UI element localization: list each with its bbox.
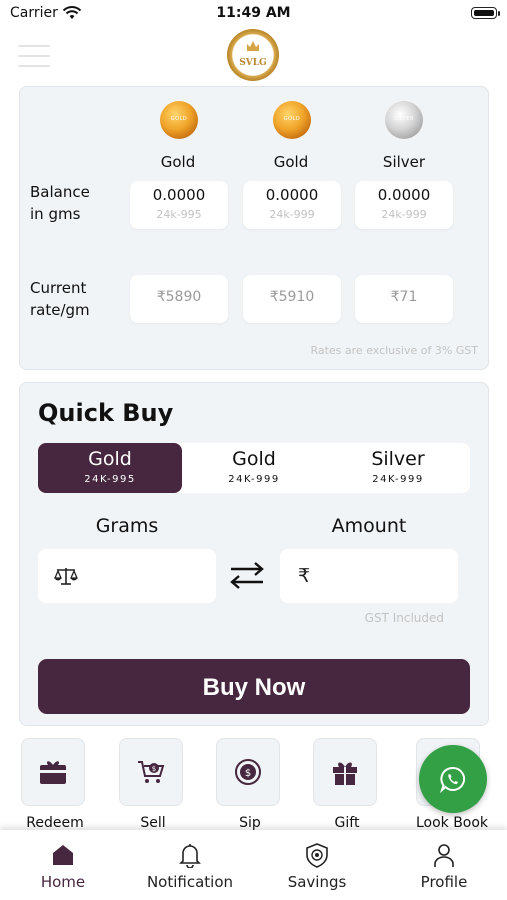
whatsapp-button[interactable] bbox=[419, 745, 487, 813]
buy-now-button[interactable]: Buy Now bbox=[38, 659, 470, 714]
rate-cell: ₹5890 bbox=[130, 275, 228, 323]
gold-coin-icon: GOLD bbox=[160, 101, 198, 139]
bottom-tab-bar: Home Notification Savings Profile bbox=[0, 830, 507, 900]
action-label: Redeem bbox=[26, 815, 84, 831]
action-label: Gift bbox=[334, 815, 360, 831]
clock: 11:49 AM bbox=[216, 5, 291, 21]
action-label: Sell bbox=[140, 815, 166, 831]
amount-input[interactable]: ₹ bbox=[280, 549, 458, 603]
gift-box-icon bbox=[333, 762, 357, 785]
quick-buy-card: Quick Buy Gold 24K-995 Gold 24K-999 Silv… bbox=[19, 382, 489, 726]
gst-note: Rates are exclusive of 3% GST bbox=[310, 344, 478, 357]
gst-included-note: GST Included bbox=[364, 611, 444, 625]
balance-cell: 0.0000 24k-999 bbox=[243, 181, 341, 229]
whatsapp-icon bbox=[439, 766, 465, 793]
redeem-button[interactable] bbox=[21, 738, 85, 806]
swap-icon[interactable] bbox=[228, 559, 266, 591]
action-label: Sip bbox=[239, 815, 261, 831]
tab-home[interactable]: Home bbox=[0, 830, 126, 900]
tab-profile[interactable]: Profile bbox=[381, 830, 507, 900]
balance-cell: 0.0000 24k-999 bbox=[355, 181, 453, 229]
tab-notification[interactable]: Notification bbox=[127, 830, 253, 900]
rate-label: Current rate/gm bbox=[30, 279, 90, 319]
app-logo: SVLG bbox=[227, 29, 279, 81]
quick-buy-title: Quick Buy bbox=[38, 399, 174, 427]
silver-coin-icon: SILVER bbox=[385, 101, 423, 139]
person-icon bbox=[434, 844, 454, 867]
bell-icon bbox=[179, 844, 201, 868]
rupee-icon: ₹ bbox=[298, 565, 311, 587]
cart-icon: $ bbox=[138, 761, 165, 783]
sip-button[interactable]: $ bbox=[216, 738, 280, 806]
crown-icon bbox=[247, 41, 259, 51]
balance-cell: 0.0000 24k-995 bbox=[130, 181, 228, 229]
scale-icon bbox=[54, 568, 78, 585]
grams-input[interactable] bbox=[38, 549, 216, 603]
option-silver-999[interactable]: Silver 24K-999 bbox=[326, 443, 470, 493]
status-bar: Carrier 11:49 AM bbox=[0, 0, 507, 30]
column-header: Gold bbox=[160, 153, 196, 171]
svg-text:$: $ bbox=[152, 765, 156, 773]
home-icon bbox=[53, 845, 73, 865]
amount-label: Amount bbox=[331, 515, 407, 537]
column-header: Gold bbox=[273, 153, 309, 171]
balance-label: Balance in gms bbox=[30, 183, 90, 223]
holdings-card: GOLD GOLD SILVER Gold Gold Silver Balanc… bbox=[19, 86, 489, 370]
rate-cell: ₹71 bbox=[355, 275, 453, 323]
gift-button[interactable] bbox=[313, 738, 377, 806]
gift-card-icon bbox=[40, 761, 66, 784]
svg-text:$: $ bbox=[245, 768, 251, 779]
rate-cell: ₹5910 bbox=[243, 275, 341, 323]
gold-coin-icon: GOLD bbox=[273, 101, 311, 139]
action-label: Look Book bbox=[415, 815, 489, 831]
battery-icon bbox=[471, 7, 497, 19]
column-header: Silver bbox=[382, 153, 426, 171]
shield-icon bbox=[306, 843, 328, 868]
menu-icon[interactable] bbox=[18, 45, 50, 69]
option-gold-995[interactable]: Gold 24K-995 bbox=[38, 443, 182, 493]
metal-selector: Gold 24K-995 Gold 24K-999 Silver 24K-999 bbox=[38, 443, 470, 493]
tab-savings[interactable]: Savings bbox=[254, 830, 380, 900]
grams-label: Grams bbox=[95, 515, 159, 537]
option-gold-999[interactable]: Gold 24K-999 bbox=[182, 443, 326, 493]
coin-cycle-icon: $ bbox=[235, 759, 261, 785]
sell-button[interactable]: $ bbox=[119, 738, 183, 806]
